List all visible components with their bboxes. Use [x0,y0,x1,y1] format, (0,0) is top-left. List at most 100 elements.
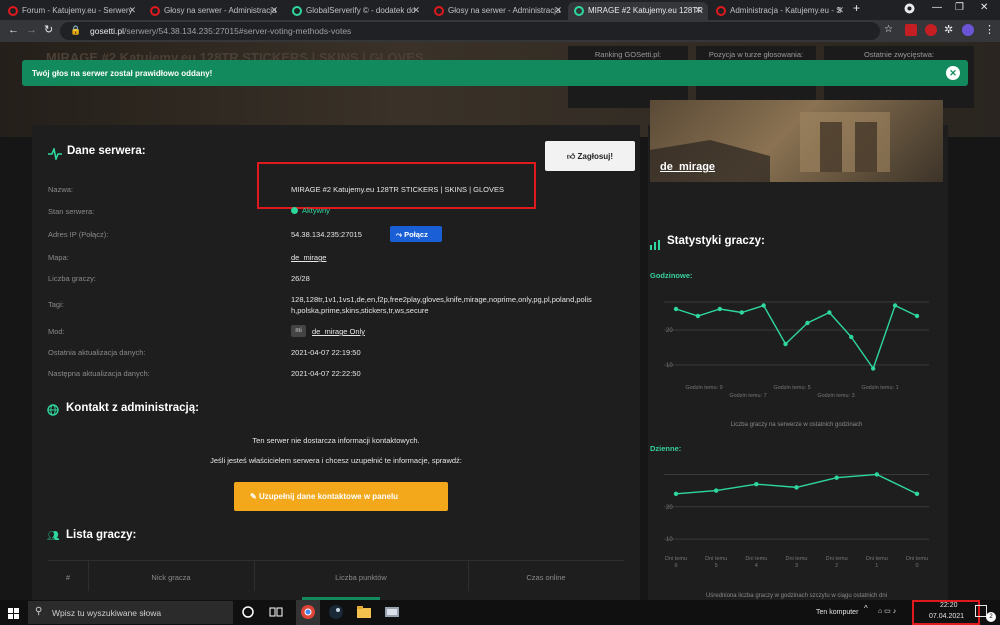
daily-title: Dzienne: [650,444,682,453]
menu-kebab-icon[interactable]: ⋮ [984,23,995,36]
x-tick-label: 6 [674,563,677,569]
map-label: Mapa: [48,253,69,262]
tray-icons[interactable]: ⌂ ▭ ♪ [878,607,896,615]
browser-tab[interactable]: Administracja - Katujemy.eu - S ✕ [710,2,850,20]
name-label: Nazwa: [48,185,74,194]
vote-button-label: Zagłosuj! [577,152,614,161]
highlight-box [257,162,536,209]
series-line [675,473,918,495]
browser-tab[interactable]: Głosy na serwer - Administracja ✕ [428,2,568,20]
fill-contact-button[interactable]: ✎ Uzupełnij dane kontaktowe w panelu [234,482,448,511]
browser-tab[interactable]: GlobalServerify © - dodatek do ✕ [286,2,426,20]
vote-button[interactable]: 👍︎ Zagłosuj! [545,141,635,171]
hourly-chart: 10 20 Godzin temu: 9 Godzin temu: 7 Godzin t… [664,301,929,399]
steam-icon[interactable] [328,604,344,620]
x-tick-label: Godzin temu: 9 [685,385,722,391]
extension-badge-icon[interactable] [925,24,937,36]
globe-icon [47,403,59,421]
chrome-icon[interactable] [300,604,316,620]
alert-message: Twój głos na serwer został prawidłowo od… [32,69,213,78]
windows-start-icon[interactable] [8,607,20,625]
file-explorer-icon[interactable] [356,604,372,620]
data-point [754,481,759,487]
address-bar[interactable]: 🔒 gosetti.pl/serwery/54.38.134.235:27015… [60,22,880,40]
profile-avatar[interactable] [962,24,974,36]
column-header[interactable]: Nick gracza [88,573,254,582]
data-point [713,488,719,493]
tags-line-2: h,polska,prime,skins,stickers,tr,ws,secu… [291,306,429,315]
next-update-label: Następna aktualizacja danych: [48,369,150,378]
globe-green-icon [574,6,584,16]
close-tab-icon[interactable]: ✕ [554,5,562,16]
opera-red-icon [8,6,18,16]
back-icon[interactable]: ← [8,24,19,36]
x-tick-label: Dni temu [866,556,888,562]
browser-tab[interactable]: Forum - Katujemy.eu - Serwery ✕ [2,2,142,20]
x-tick-label: Dni temu [906,556,928,562]
bookmark-star-icon[interactable]: ☆ [884,24,893,35]
opera-red-icon [434,6,444,16]
browser-tab-active[interactable]: MIRAGE #2 Katujemy.eu 128TR ✕ [568,2,708,20]
extension-tp-icon[interactable] [905,24,917,36]
this-pc-label[interactable]: Ten komputer [816,609,858,616]
thumbs-up-icon: 👍︎ [566,152,578,161]
cortana-icon[interactable] [240,604,256,620]
users-icon: 👥︎ [47,531,60,542]
task-view-icon[interactable] [268,604,284,620]
search-icon: ⚲ [35,606,43,617]
x-tick-label: Godzin temu: 1 [861,385,898,391]
alert-close-icon[interactable]: ✕ [946,66,960,80]
browser-tab[interactable]: Głosy na serwer - Administracja ✕ [144,2,284,20]
map-link[interactable]: de_mirage [291,253,326,262]
minimize-icon[interactable]: — [932,2,942,13]
close-tab-icon[interactable]: ✕ [694,5,702,16]
map-name-link[interactable]: de_mirage [660,161,715,173]
y-tick-label: 10 [666,537,673,543]
globe-green-icon [292,6,302,16]
browser-tab-strip: Forum - Katujemy.eu - Serwery ✕ Głosy na… [0,0,1000,20]
connect-icon: ⤳ [396,230,405,239]
activity-icon [48,146,62,165]
new-tab-button[interactable]: + [853,1,860,15]
y-tick-label: 20 [666,328,673,334]
x-tick-label: 5 [715,563,718,569]
connect-button[interactable]: ⤳ Połącz [390,226,442,242]
column-header[interactable]: Czas online [468,573,624,582]
contact-text-2: Jeśli jesteś właścicielem serwera i chce… [210,456,462,465]
y-tick-label: 20 [666,505,673,511]
maximize-icon[interactable]: ❐ [955,2,964,13]
forward-icon[interactable]: → [26,24,37,36]
x-tick-label: Godzin temu: 3 [817,393,854,399]
daily-caption: Uśredniona liczba graczy w godzinach szc… [705,593,888,599]
app-window-icon[interactable] [384,604,400,620]
next-update-value: 2021-04-07 22:22:50 [291,369,361,378]
column-header[interactable]: Liczba punktów [254,573,468,582]
tags-line-1: 128,128tr,1v1,1vs1,de,en,f2p,free2play,g… [291,295,592,304]
y-tick-label: 10 [666,363,673,369]
reload-icon[interactable]: ↻ [44,23,53,36]
profile-circle-icon[interactable] [904,3,915,17]
taskbar-search-input[interactable]: ⚲ Wpisz tu wyszukiwane słowa [28,601,233,624]
data-point [870,366,876,371]
contact-heading: Kontakt z administracją: [66,402,199,414]
mod-link[interactable]: de_mirage Only [312,327,365,336]
close-tab-icon[interactable]: ✕ [412,5,420,16]
hourly-caption: Liczba graczy na serwerze w ostatnich go… [730,422,863,428]
x-tick-label: Godzin temu: 7 [729,393,766,399]
series-line [675,304,918,371]
data-point [717,306,723,312]
chevron-up-icon[interactable]: ^ [864,604,868,613]
status-value: Aktywny [302,206,330,215]
x-tick-label: 0 [915,563,918,569]
close-tab-icon[interactable]: ✕ [128,5,136,16]
data-point [794,485,799,490]
data-point [739,310,744,315]
extensions-puzzle-icon[interactable]: ✲ [944,23,953,36]
close-tab-icon[interactable]: ✕ [270,5,278,16]
close-window-icon[interactable]: ✕ [980,2,988,13]
x-tick-label: 2 [835,563,838,569]
data-point [849,334,854,340]
close-tab-icon[interactable]: ✕ [836,5,844,16]
players-table-header: # Nick gracza Liczba punktów Czas online [48,560,624,591]
players-heading: Lista graczy: [66,529,137,541]
